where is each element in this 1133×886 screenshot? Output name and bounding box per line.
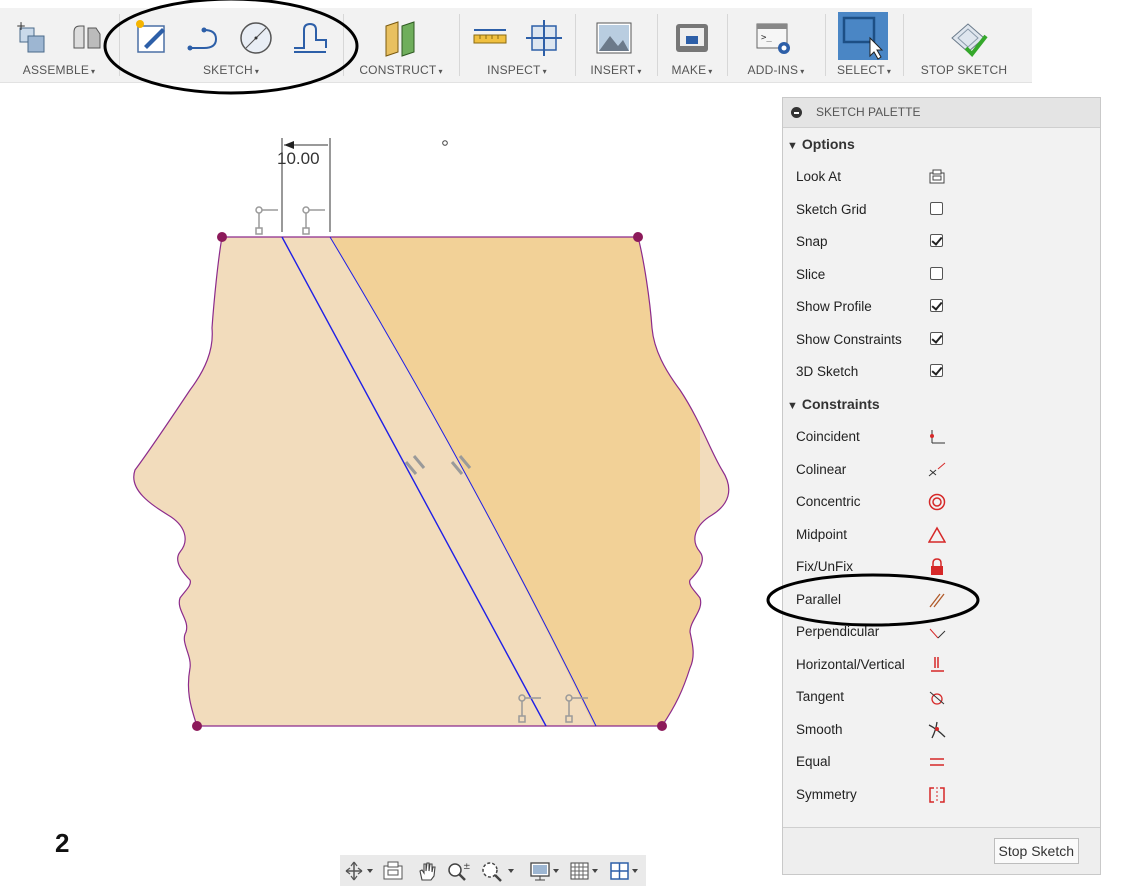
add-ins-group[interactable]: >_ ADD-INS ▾ (728, 8, 824, 82)
insert-image-icon[interactable] (594, 18, 634, 58)
option-show-profile: Show Profile (796, 299, 872, 314)
section-analysis-icon[interactable] (524, 18, 564, 58)
pan-icon[interactable] (416, 860, 438, 882)
palette-footer: Stop Sketch (783, 827, 1100, 874)
offset-plane-icon[interactable] (380, 18, 420, 58)
show-profile-checkbox[interactable] (928, 297, 946, 315)
concentric-icon[interactable] (928, 493, 946, 511)
measure-icon[interactable] (470, 18, 510, 58)
stop-sketch-group[interactable]: STOP SKETCH (904, 8, 1024, 82)
insert-group[interactable]: INSERT ▾ (576, 8, 656, 82)
smooth-icon[interactable] (928, 721, 946, 739)
new-component-icon[interactable]: + (14, 18, 54, 58)
fit-icon[interactable] (480, 860, 518, 882)
navigation-bar: ± (340, 855, 646, 886)
sketch-grid-checkbox[interactable] (928, 200, 946, 218)
step-number: 2 (55, 828, 70, 858)
constraints-section-header[interactable]: ▼ Constraints (783, 396, 880, 412)
viewports-icon[interactable] (608, 860, 642, 882)
options-section-header[interactable]: ▼ Options (783, 136, 855, 152)
coincident-icon[interactable] (928, 428, 946, 446)
option-3d-sketch: 3D Sketch (796, 364, 859, 379)
option-slice: Slice (796, 267, 826, 282)
constraint-concentric[interactable]: Concentric (796, 494, 861, 509)
constraint-horizontal-vertical[interactable]: Horizontal/Vertical (796, 657, 905, 672)
svg-text:+: + (16, 19, 26, 33)
coincident-glyph[interactable] (255, 206, 278, 235)
constraint-midpoint[interactable]: Midpoint (796, 527, 847, 542)
inspect-label: INSPECT ▾ (487, 63, 547, 77)
add-ins-label: ADD-INS ▾ (747, 63, 805, 77)
option-look-at: Look At (796, 169, 842, 184)
display-settings-icon[interactable] (528, 860, 562, 882)
dimension-value[interactable]: 10.00 (277, 149, 320, 168)
option-sketch-grid: Sketch Grid (796, 202, 867, 217)
constraint-fix-unfix[interactable]: Fix/UnFix (796, 559, 853, 574)
look-at-icon[interactable] (382, 860, 404, 882)
option-snap: Snap (796, 234, 828, 249)
constraint-symmetry[interactable]: Symmetry (796, 787, 857, 802)
sketch-palette: SKETCH PALETTE ▼ Options Look At Sketch G… (782, 97, 1101, 875)
sketch-point[interactable] (217, 232, 227, 242)
select-label: SELECT ▾ (836, 63, 892, 77)
3d-print-icon[interactable] (672, 18, 712, 58)
orbit-icon[interactable] (344, 860, 374, 882)
make-group[interactable]: MAKE ▾ (658, 8, 726, 82)
palette-title: SKETCH PALETTE (816, 105, 921, 119)
snap-checkbox[interactable] (928, 232, 946, 250)
coincident-glyph[interactable] (302, 206, 325, 235)
dimension-arrow-icon (284, 141, 294, 149)
constraint-smooth[interactable]: Smooth (796, 722, 843, 737)
sketch-point[interactable] (633, 232, 643, 242)
expand-triangle-icon[interactable]: ▼ (787, 400, 798, 412)
equal-icon[interactable] (928, 753, 946, 771)
3d-sketch-checkbox[interactable] (928, 362, 946, 380)
inspect-group[interactable]: INSPECT ▾ (460, 8, 574, 82)
slice-checkbox[interactable] (928, 265, 946, 283)
grid-settings-icon[interactable] (568, 860, 602, 882)
look-at-icon[interactable] (928, 168, 946, 186)
symmetry-icon[interactable] (928, 786, 946, 804)
tangent-icon[interactable] (928, 688, 946, 706)
insert-label: INSERT ▾ (590, 63, 642, 77)
svg-text:>_: >_ (761, 33, 772, 43)
svg-text:±: ± (463, 862, 471, 872)
horizontal-vertical-icon[interactable] (928, 656, 946, 674)
make-label: MAKE ▾ (671, 63, 713, 77)
expand-triangle-icon[interactable]: ▼ (787, 140, 798, 152)
midpoint-icon[interactable] (927, 526, 947, 544)
colinear-icon[interactable] (928, 461, 946, 479)
zoom-icon[interactable]: ± (446, 860, 472, 882)
origin-marker (442, 140, 448, 146)
option-show-constraints: Show Constraints (796, 332, 902, 347)
stop-sketch-button[interactable]: Stop Sketch (993, 838, 1079, 864)
stop-sketch-icon[interactable] (948, 18, 988, 58)
select-group[interactable]: SELECT ▾ (826, 8, 902, 82)
show-constraints-checkbox[interactable] (928, 330, 946, 348)
sketch-point[interactable] (657, 721, 667, 731)
scripts-icon[interactable]: >_ (754, 18, 794, 58)
constraint-coincident[interactable]: Coincident (796, 429, 860, 444)
constraint-colinear[interactable]: Colinear (796, 462, 846, 477)
constraint-equal[interactable]: Equal (796, 754, 831, 769)
parallel-highlight-ellipse (766, 573, 980, 627)
stop-sketch-label: STOP SKETCH (920, 63, 1008, 77)
sketch-point[interactable] (192, 721, 202, 731)
constraint-tangent[interactable]: Tangent (796, 689, 844, 704)
collapse-icon[interactable] (791, 107, 802, 118)
palette-header[interactable]: SKETCH PALETTE (783, 98, 1100, 128)
sketch-highlight-ellipse (103, 0, 359, 95)
select-icon[interactable] (838, 12, 888, 60)
sketch-canvas[interactable]: 10.00 (0, 100, 780, 850)
